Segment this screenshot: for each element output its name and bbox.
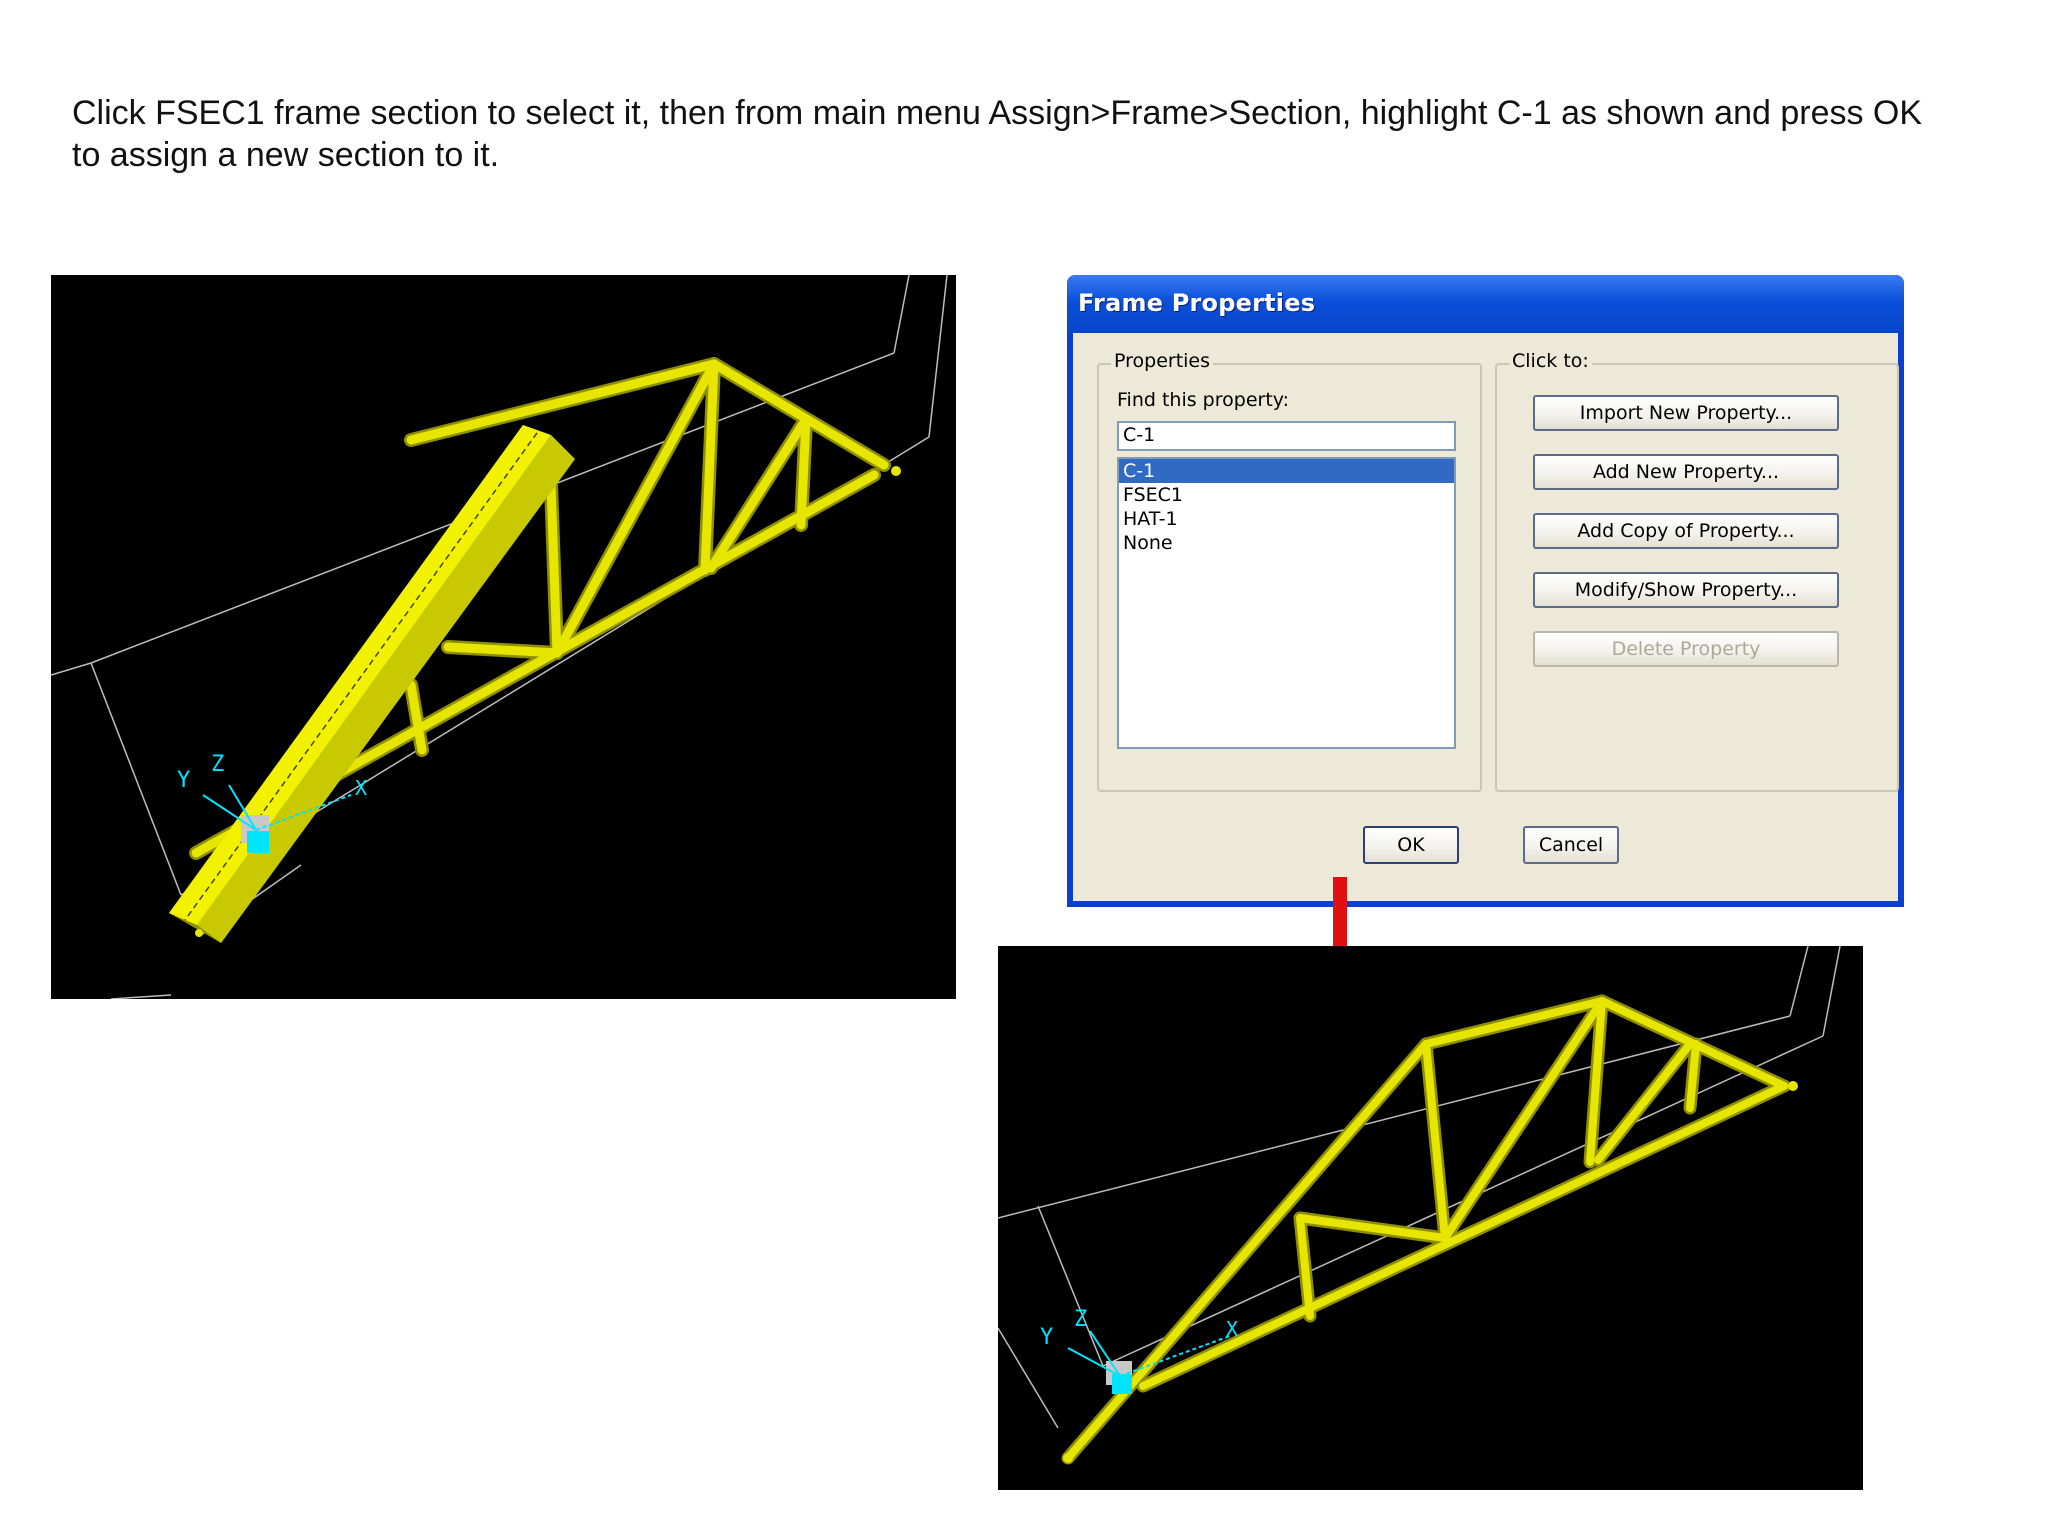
find-property-input[interactable]: C-1 xyxy=(1117,421,1456,451)
properties-groupbox: Properties Find this property: C-1 C-1 F… xyxy=(1097,350,1482,792)
axis-label-y-after: Y xyxy=(1040,1325,1053,1350)
cancel-button[interactable]: Cancel xyxy=(1523,826,1619,864)
truss-model-before: Y Z X xyxy=(51,275,948,999)
axis-label-z-after: Z xyxy=(1074,1307,1087,1332)
bounding-box-lines-after xyxy=(998,946,1841,1429)
properties-group-label: Properties xyxy=(1111,350,1214,372)
import-new-property-button[interactable]: Import New Property... xyxy=(1533,395,1839,431)
add-copy-property-button[interactable]: Add Copy of Property... xyxy=(1533,513,1839,549)
frame-properties-dialog: Frame Properties Properties Find this pr… xyxy=(1067,275,1904,907)
delete-property-button: Delete Property xyxy=(1533,631,1839,667)
dialog-titlebar[interactable]: Frame Properties xyxy=(1067,275,1904,333)
axis-label-y: Y xyxy=(177,768,190,793)
property-listbox[interactable]: C-1 FSEC1 HAT-1 None xyxy=(1117,457,1456,749)
dialog-title: Frame Properties xyxy=(1078,289,1316,317)
axis-label-x-after: X xyxy=(1226,1317,1238,1341)
list-item-fsec1[interactable]: FSEC1 xyxy=(1119,483,1454,507)
truss-model-after: Y Z X xyxy=(998,946,1841,1465)
axis-label-x: X xyxy=(355,776,367,800)
list-item-none[interactable]: None xyxy=(1119,531,1454,555)
dialog-client-area: Properties Find this property: C-1 C-1 F… xyxy=(1073,333,1899,901)
fsec1-section-highlight[interactable] xyxy=(169,425,575,943)
model-viewport-before[interactable]: Y Z X xyxy=(51,275,956,999)
instructions-text: Click FSEC1 frame section to select it, … xyxy=(72,94,1923,174)
truss-members-after xyxy=(1061,994,1798,1465)
modify-show-property-button[interactable]: Modify/Show Property... xyxy=(1533,572,1839,608)
add-new-property-button[interactable]: Add New Property... xyxy=(1533,454,1839,490)
click-to-groupbox: Click to: Import New Property... Add New… xyxy=(1495,350,1899,792)
click-to-group-label: Click to: xyxy=(1509,350,1592,372)
axis-label-z: Z xyxy=(211,752,224,777)
model-viewport-after[interactable]: Y Z X xyxy=(998,946,1863,1490)
list-item-hat1[interactable]: HAT-1 xyxy=(1119,507,1454,531)
find-property-label: Find this property: xyxy=(1117,389,1290,411)
list-item-c1[interactable]: C-1 xyxy=(1119,459,1454,483)
ok-button[interactable]: OK xyxy=(1363,826,1459,864)
